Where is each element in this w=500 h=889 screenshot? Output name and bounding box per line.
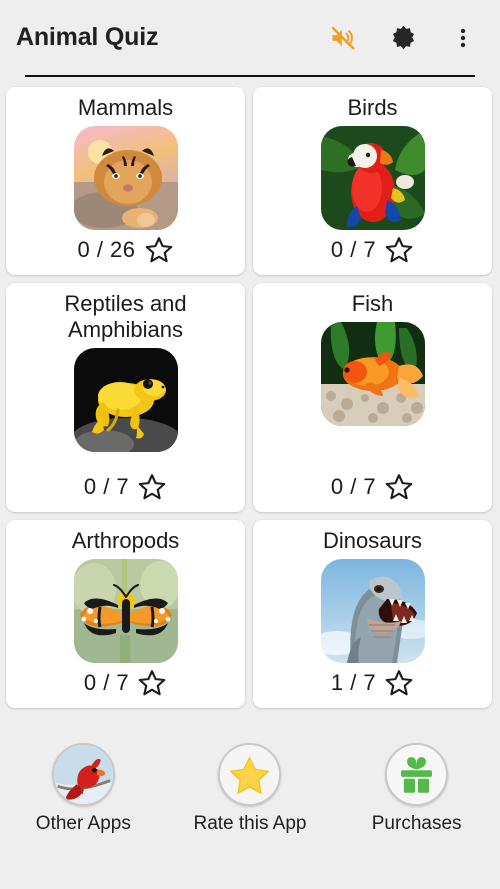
card-score-row: 0 / 7: [84, 664, 167, 698]
page-title: Animal Quiz: [16, 23, 159, 51]
brightness-glyph: [392, 25, 414, 50]
card-score: 0 / 26: [77, 237, 136, 262]
bottom-item-label: Other Apps: [35, 813, 131, 834]
card-title: Birds: [347, 95, 398, 120]
goldfish-photo: [320, 322, 425, 426]
bottom-item-label: Rate this App: [193, 813, 307, 834]
category-card-fish[interactable]: Fish 0 / 7: [253, 283, 492, 512]
card-score: 0 / 7: [83, 474, 130, 499]
star-outline-icon[interactable]: [137, 668, 167, 698]
card-score-row: 1 / 7: [331, 664, 414, 698]
overflow-menu-glyph: [460, 28, 466, 47]
category-card-dinosaurs[interactable]: Dinosaurs 1 / 7: [253, 520, 492, 708]
sound-off-glyph: [331, 26, 355, 49]
card-title: Dinosaurs: [322, 528, 423, 553]
star-outline-icon[interactable]: [384, 235, 414, 265]
card-score-row: 0 / 26: [77, 231, 173, 265]
bottom-item-purchases[interactable]: Purchases: [334, 743, 500, 835]
bottom-item-rate-this-app[interactable]: Rate this App: [167, 743, 333, 835]
brightness-icon[interactable]: [386, 21, 420, 55]
card-score-row: 0 / 7: [331, 231, 414, 265]
bottom-item-other-apps[interactable]: Other Apps: [0, 743, 166, 835]
card-title: Reptiles and Amphibians: [64, 291, 187, 342]
card-score-row: 0 / 7: [331, 468, 414, 502]
star-outline-icon[interactable]: [384, 472, 414, 502]
tiger-photo: [73, 126, 178, 230]
overflow-menu-icon[interactable]: [446, 21, 480, 55]
app-header: Animal Quiz: [0, 0, 500, 75]
star-outline-icon[interactable]: [384, 668, 414, 698]
golden-frog-photo: [73, 348, 178, 452]
macaw-photo: [320, 126, 425, 230]
category-card-reptiles-and-amphibians[interactable]: Reptiles and Amphibians 0 / 7: [6, 283, 245, 512]
bottom-bar: Other Apps Rate this App Purchases: [0, 729, 500, 889]
card-title: Arthropods: [71, 528, 180, 553]
card-score: 0 / 7: [330, 237, 377, 262]
category-card-mammals[interactable]: Mammals 0 / 26: [6, 87, 245, 275]
card-score: 0 / 7: [330, 474, 377, 499]
sound-off-icon[interactable]: [326, 21, 360, 55]
card-score: 0 / 7: [83, 670, 130, 695]
star-outline-icon[interactable]: [137, 472, 167, 502]
green-gift-icon: [385, 743, 449, 806]
monarch-butterfly-photo: [73, 559, 178, 663]
category-grid: Mammals 0 / 26 Birds 0 / 7 Reptiles and …: [0, 78, 500, 724]
tyrannosaurus-photo: [320, 559, 425, 663]
star-outline-icon[interactable]: [144, 235, 174, 265]
bottom-item-label: Purchases: [371, 813, 462, 834]
card-title: Mammals: [77, 95, 174, 120]
category-card-birds[interactable]: Birds 0 / 7: [253, 87, 492, 275]
card-title: Fish: [351, 291, 394, 316]
header-divider: [25, 75, 475, 77]
header-actions: [326, 21, 484, 55]
card-score: 1 / 7: [330, 670, 377, 695]
card-score-row: 0 / 7: [84, 468, 167, 502]
gold-star-icon: [218, 743, 282, 806]
category-card-arthropods[interactable]: Arthropods 0 / 7: [6, 520, 245, 708]
cardinal-bird-icon: [51, 743, 115, 806]
